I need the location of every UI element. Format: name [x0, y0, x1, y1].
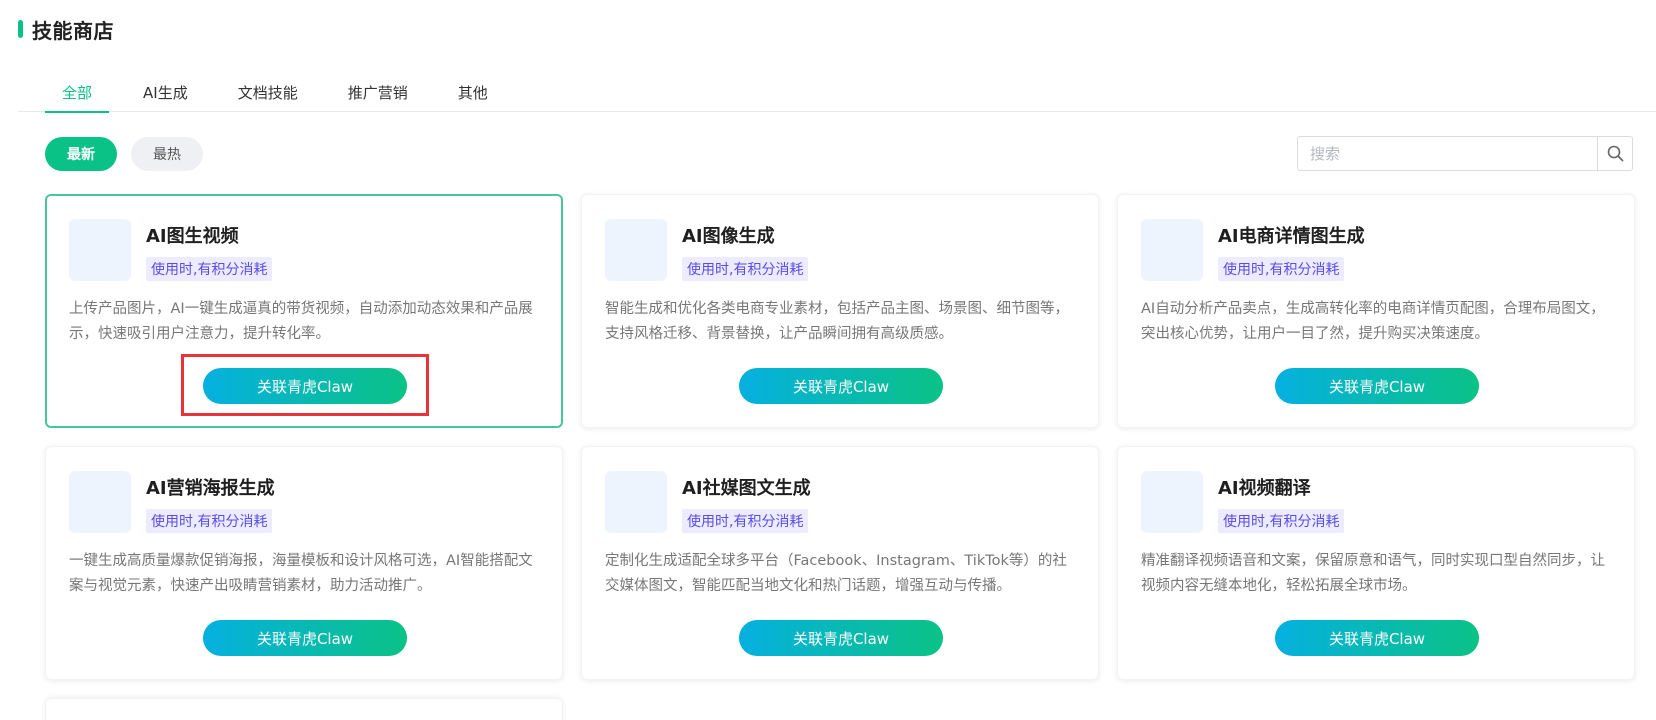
- skill-thumbnail: [605, 471, 667, 533]
- page-header: 技能商店: [18, 14, 114, 44]
- search-box: [1297, 136, 1633, 171]
- page-title: 技能商店: [32, 18, 114, 43]
- credit-cost-badge: 使用时,有积分消耗: [146, 257, 273, 281]
- sort-hottest-button[interactable]: 最热: [131, 137, 203, 171]
- skill-description: 一键生成高质量爆款促销海报，海量模板和设计风格可选，AI智能搭配文案与视觉元素，…: [69, 553, 533, 594]
- search-button[interactable]: [1597, 137, 1632, 170]
- tab-ai-generation[interactable]: AI生成: [127, 72, 204, 112]
- skill-title: AI图像生成: [682, 226, 775, 247]
- tab-other[interactable]: 其他: [442, 72, 504, 112]
- skill-thumbnail: [1141, 219, 1203, 281]
- link-claw-button[interactable]: 关联青虎Claw: [1275, 620, 1479, 656]
- tab-document-skills[interactable]: 文档技能: [222, 72, 314, 112]
- skill-card: AI图生视频 使用时,有积分消耗 上传产品图片，AI一键生成逼真的带货视频，自动…: [45, 194, 563, 428]
- title-accent-bar: [18, 20, 23, 38]
- link-claw-button[interactable]: 关联青虎Claw: [739, 368, 943, 404]
- skill-description: 智能生成和优化各类电商专业素材，包括产品主图、场景图、细节图等，支持风格迁移、背…: [605, 301, 1069, 342]
- skill-card: AI视频翻译 使用时,有积分消耗 精准翻译视频语音和文案，保留原意和语气，同时实…: [1117, 446, 1635, 680]
- skill-store-page: 技能商店 全部 AI生成 文档技能 推广营销 其他 最新 最热 AI图生视频 使…: [0, 0, 1656, 720]
- link-claw-button[interactable]: 关联青虎Claw: [203, 368, 407, 404]
- skill-card-partial: [45, 698, 563, 720]
- skill-description: 定制化生成适配全球多平台（Facebook、Instagram、TikTok等）…: [605, 553, 1067, 594]
- skill-card: AI营销海报生成 使用时,有积分消耗 一键生成高质量爆款促销海报，海量模板和设计…: [45, 446, 563, 680]
- category-tabs: 全部 AI生成 文档技能 推广营销 其他: [18, 72, 1656, 113]
- skill-description: 上传产品图片，AI一键生成逼真的带货视频，自动添加动态效果和产品展示，快速吸引用…: [69, 301, 533, 342]
- credit-cost-badge: 使用时,有积分消耗: [682, 509, 809, 533]
- tab-all[interactable]: 全部: [45, 72, 110, 113]
- skill-thumbnail: [69, 219, 131, 281]
- link-claw-button[interactable]: 关联青虎Claw: [739, 620, 943, 656]
- skill-title: AI电商详情图生成: [1218, 226, 1365, 247]
- credit-cost-badge: 使用时,有积分消耗: [1218, 509, 1345, 533]
- skill-card: AI电商详情图生成 使用时,有积分消耗 AI自动分析产品卖点，生成高转化率的电商…: [1117, 194, 1635, 428]
- link-claw-button[interactable]: 关联青虎Claw: [1275, 368, 1479, 404]
- credit-cost-badge: 使用时,有积分消耗: [1218, 257, 1345, 281]
- link-claw-button[interactable]: 关联青虎Claw: [203, 620, 407, 656]
- skill-title: AI图生视频: [146, 226, 239, 247]
- search-icon: [1607, 145, 1623, 162]
- skill-description: AI自动分析产品卖点，生成高转化率的电商详情页配图，合理布局图文，突出核心优势，…: [1141, 301, 1605, 342]
- skill-card: AI图像生成 使用时,有积分消耗 智能生成和优化各类电商专业素材，包括产品主图、…: [581, 194, 1099, 428]
- skill-card: AI社媒图文生成 使用时,有积分消耗 定制化生成适配全球多平台（Facebook…: [581, 446, 1099, 680]
- search-input[interactable]: [1298, 137, 1597, 170]
- credit-cost-badge: 使用时,有积分消耗: [682, 257, 809, 281]
- skill-title: AI社媒图文生成: [682, 478, 811, 499]
- skill-thumbnail: [69, 471, 131, 533]
- sort-toggle: 最新 最热: [45, 137, 203, 171]
- skill-thumbnail: [605, 219, 667, 281]
- tab-marketing[interactable]: 推广营销: [332, 72, 424, 112]
- sort-newest-button[interactable]: 最新: [45, 137, 117, 171]
- skill-thumbnail: [1141, 471, 1203, 533]
- skill-title: AI营销海报生成: [146, 478, 275, 499]
- credit-cost-badge: 使用时,有积分消耗: [146, 509, 273, 533]
- skill-title: AI视频翻译: [1218, 478, 1311, 499]
- skill-description: 精准翻译视频语音和文案，保留原意和语气，同时实现口型自然同步，让视频内容无缝本地…: [1141, 553, 1605, 594]
